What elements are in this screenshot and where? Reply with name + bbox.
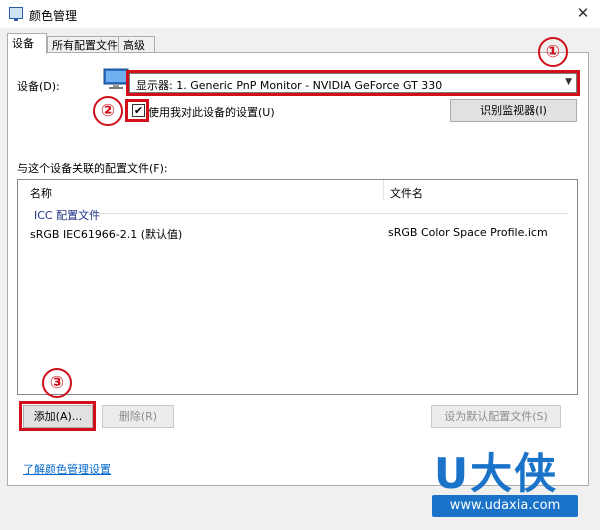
close-icon[interactable]: ✕: [572, 2, 594, 24]
table-row-file[interactable]: sRGB Color Space Profile.icm: [388, 226, 548, 239]
annotation-box-add: [19, 401, 96, 431]
identify-monitor-button[interactable]: 识别监视器(I): [450, 99, 577, 122]
learn-more-link[interactable]: 了解颜色管理设置: [23, 461, 111, 477]
watermark-logo: U大侠: [434, 449, 559, 498]
column-header-name[interactable]: 名称: [30, 185, 52, 201]
title-bar: 颜色管理 ✕: [0, 0, 600, 28]
column-header-filename[interactable]: 文件名: [390, 185, 423, 201]
column-divider[interactable]: [383, 180, 384, 200]
tab-advanced[interactable]: 高级: [118, 36, 155, 53]
tab-devices[interactable]: 设备: [7, 33, 47, 54]
profiles-list[interactable]: 名称 文件名 ICC 配置文件 sRGB IEC61966-2.1 (默认值) …: [17, 179, 578, 395]
group-divider: [98, 213, 568, 214]
profiles-label: 与这个设备关联的配置文件(F):: [17, 162, 168, 175]
watermark-url: www.udaxia.com: [432, 495, 578, 517]
table-row-name[interactable]: sRGB IEC61966-2.1 (默认值): [30, 226, 182, 242]
watermark: U大侠 www.udaxia.com: [424, 440, 584, 520]
remove-button[interactable]: 删除(R): [102, 405, 174, 428]
display-icon: [9, 7, 23, 21]
annotation-number-2: ②: [93, 96, 123, 126]
device-label: 设备(D):: [17, 80, 60, 93]
group-label: ICC 配置文件: [34, 209, 101, 222]
window-title: 颜色管理: [29, 9, 78, 23]
annotation-box-device: [126, 70, 580, 96]
annotation-number-1: ①: [538, 37, 568, 67]
annotation-box-checkbox: [125, 99, 149, 122]
annotation-number-3: ③: [42, 368, 72, 398]
set-default-button[interactable]: 设为默认配置文件(S): [431, 405, 561, 428]
tab-all-profiles[interactable]: 所有配置文件: [47, 36, 119, 53]
use-settings-label[interactable]: 使用我对此设备的设置(U): [148, 104, 275, 120]
